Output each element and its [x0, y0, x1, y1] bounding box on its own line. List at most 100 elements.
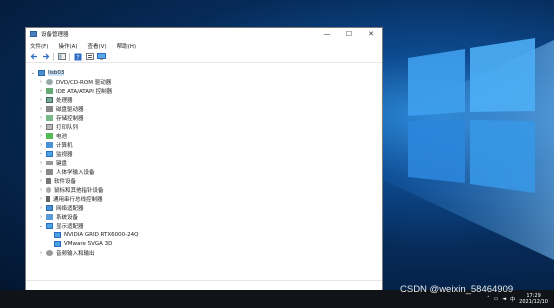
tree-item-hid[interactable]: › 人体学输入设备	[38, 167, 95, 176]
chevron-right-icon[interactable]: ›	[38, 79, 44, 85]
menu-bar: 文件(F) 操作(A) 查看(V) 帮助(H)	[26, 40, 382, 51]
tree-item-display-adapters[interactable]: ⌄ 显示适配器	[38, 221, 84, 230]
maximize-button[interactable]: ☐	[338, 28, 360, 40]
tree-item-software-device[interactable]: › 软件设备	[38, 176, 76, 185]
network-adapter-icon	[46, 204, 53, 211]
tree-item-computer[interactable]: › 计算机	[38, 140, 73, 149]
chevron-right-icon[interactable]: ›	[38, 115, 44, 121]
tree-item-label: 显示适配器	[56, 223, 84, 230]
speaker-icon[interactable]: ◄	[502, 296, 506, 302]
chevron-down-icon[interactable]: ⌄	[30, 70, 36, 76]
chevron-right-icon[interactable]: ›	[38, 106, 44, 112]
storage-controller-icon	[46, 114, 53, 121]
network-icon[interactable]: ▭	[494, 296, 499, 302]
chevron-right-icon[interactable]: ›	[38, 196, 44, 202]
tree-item-ide[interactable]: › IDE ATA/ATAPI 控制器	[38, 86, 112, 95]
chevron-right-icon[interactable]: ›	[38, 160, 44, 166]
forward-icon[interactable]	[41, 53, 50, 61]
tree-item-label: 音频输入和输出	[56, 250, 95, 257]
tree-item-label: 处理器	[56, 97, 73, 104]
tree-item-label: 网络适配器	[56, 205, 84, 212]
show-hide-icon[interactable]	[57, 53, 66, 61]
printer-icon	[46, 123, 53, 130]
chevron-right-icon[interactable]: ›	[38, 169, 44, 175]
mouse-icon	[46, 186, 51, 193]
menu-action[interactable]: 操作(A)	[57, 41, 78, 51]
chevron-right-icon[interactable]: ›	[38, 88, 44, 94]
chevron-down-icon[interactable]: ⌄	[38, 223, 44, 229]
tree-item-label: 键盘	[56, 160, 68, 167]
device-manager-window: 设备管理器 — ☐ ✕ 文件(F) 操作(A) 查看(V) 帮助(H) ? ⌄ …	[25, 27, 383, 291]
tree-item-label: 电池	[56, 133, 68, 140]
title-bar[interactable]: 设备管理器 — ☐ ✕	[26, 28, 382, 40]
root-label: lisb03	[48, 69, 65, 76]
tree-item-label: 鼠标和其他指针设备	[54, 187, 104, 194]
chevron-right-icon[interactable]: ›	[38, 214, 44, 220]
ime-indicator[interactable]: 中	[510, 296, 515, 303]
tree-item-label: 通用串行总线控制器	[53, 196, 103, 203]
tree-item-disk[interactable]: › 磁盘驱动器	[38, 104, 84, 113]
minimize-button[interactable]: —	[316, 28, 338, 40]
monitor-icon[interactable]	[97, 53, 106, 61]
tree-item-usb[interactable]: › 通用串行总线控制器	[38, 194, 103, 203]
chevron-right-icon[interactable]: ›	[38, 187, 44, 193]
processor-icon	[46, 96, 53, 103]
tree-item-label: 计算机	[56, 142, 73, 149]
tree-item-label: 打印队列	[56, 124, 79, 131]
chevron-up-icon[interactable]: ˄	[487, 296, 490, 302]
audio-icon	[46, 249, 53, 256]
display-adapter-icon	[54, 240, 61, 247]
toolbar-separator	[53, 52, 54, 61]
display-adapter-icon	[46, 222, 53, 229]
tree-item-label: 人体学输入设备	[56, 169, 95, 176]
properties-icon[interactable]	[85, 53, 94, 61]
tree-item-mouse[interactable]: › 鼠标和其他指针设备	[38, 185, 104, 194]
clock[interactable]: 17:29 2021/12/10	[519, 293, 548, 305]
tree-item-label: VMware SVGA 3D	[64, 240, 113, 247]
close-button[interactable]: ✕	[360, 28, 382, 40]
ide-controller-icon	[46, 87, 53, 94]
chevron-right-icon[interactable]: ›	[38, 250, 44, 256]
help-icon[interactable]: ?	[73, 53, 82, 61]
tree-item-keyboard[interactable]: › 键盘	[38, 158, 67, 167]
chevron-right-icon[interactable]: ›	[38, 142, 44, 148]
tree-item-storage[interactable]: › 存储控制器	[38, 113, 84, 122]
chevron-right-icon[interactable]: ›	[38, 151, 44, 157]
tree-item-monitor[interactable]: › 监视器	[38, 149, 73, 158]
tree-item-dvd[interactable]: › DVD/CD-ROM 驱动器	[38, 77, 111, 86]
menu-help[interactable]: 帮助(H)	[116, 41, 137, 51]
tree-root-item[interactable]: ⌄ lisb03	[30, 68, 65, 77]
toolbar: ?	[26, 51, 382, 63]
tree-item-label: DVD/CD-ROM 驱动器	[56, 79, 112, 86]
watermark-text: CSDN @weixin_58464909	[400, 284, 514, 295]
tree-item-network[interactable]: › 网络适配器	[38, 203, 84, 212]
tree-item-label: 磁盘驱动器	[56, 106, 84, 113]
svg-text:?: ?	[76, 54, 79, 61]
chevron-right-icon[interactable]: ›	[38, 124, 44, 130]
chevron-right-icon[interactable]: ›	[38, 205, 44, 211]
menu-view[interactable]: 查看(V)	[87, 41, 108, 51]
tree-item-gpu-vmware[interactable]: VMware SVGA 3D	[54, 239, 112, 248]
software-device-icon	[46, 177, 51, 184]
chevron-right-icon[interactable]: ›	[38, 133, 44, 139]
keyboard-icon	[46, 160, 53, 165]
usb-icon	[46, 195, 50, 202]
clock-date: 2021/12/10	[519, 299, 548, 305]
monitor-icon	[46, 150, 53, 157]
tree-item-label: 系统设备	[56, 214, 79, 221]
menu-file[interactable]: 文件(F)	[29, 41, 49, 51]
tree-item-processor[interactable]: › 处理器	[38, 95, 73, 104]
hid-icon	[46, 168, 53, 175]
tree-item-battery[interactable]: › 电池	[38, 131, 67, 140]
toolbar-separator	[69, 52, 70, 61]
chevron-right-icon[interactable]: ›	[38, 97, 44, 103]
tree-item-gpu-nvidia[interactable]: NVIDIA GRID RTX6000-24Q	[54, 230, 138, 239]
chevron-right-icon[interactable]: ›	[38, 178, 44, 184]
tree-item-system[interactable]: › 系统设备	[38, 212, 78, 221]
dvd-drive-icon	[46, 78, 53, 85]
tree-item-print-queue[interactable]: › 打印队列	[38, 122, 78, 131]
device-tree: ⌄ lisb03 › DVD/CD-ROM 驱动器 › IDE ATA/ATAP…	[26, 65, 382, 280]
tree-item-audio[interactable]: › 音频输入和输出	[38, 248, 95, 257]
back-icon[interactable]	[29, 53, 38, 61]
tree-item-label: NVIDIA GRID RTX6000-24Q	[64, 231, 139, 238]
